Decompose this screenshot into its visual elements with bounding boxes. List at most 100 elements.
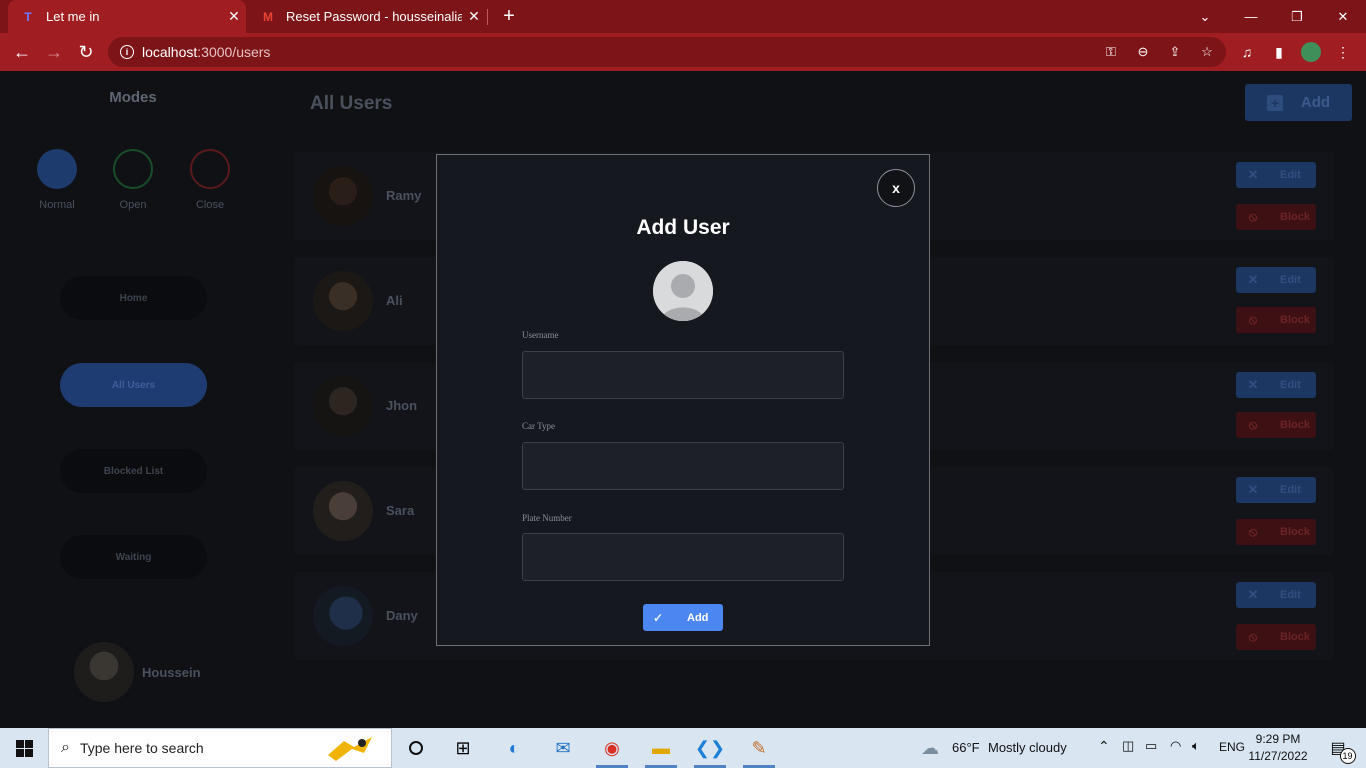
close-window-icon[interactable]: ✕ (1320, 0, 1366, 33)
tab-let-me-in[interactable]: T Let me in ✕ (8, 0, 246, 33)
check-icon: ✓ (653, 610, 664, 625)
minimize-icon[interactable]: — (1228, 0, 1274, 33)
edit-button[interactable]: ✕ Edit (1236, 267, 1316, 293)
edit-icon: ✕ (1247, 482, 1259, 497)
chrome-icon[interactable]: ◉ (592, 732, 632, 768)
edit-button[interactable]: ✕ Edit (1236, 372, 1316, 398)
key-icon[interactable]: ⚿ (1103, 44, 1119, 60)
mode-open-dot[interactable] (113, 149, 153, 189)
new-tab-icon[interactable]: + (498, 5, 520, 27)
mail-icon[interactable]: ✉ (543, 732, 583, 764)
plus-icon: + (1266, 94, 1283, 111)
back-icon[interactable]: ← (11, 41, 33, 63)
bookmark-star-icon[interactable]: ☆ (1199, 44, 1215, 60)
battery-icon[interactable]: ▭ (1145, 738, 1157, 754)
nav-home[interactable]: Home (60, 276, 207, 320)
language-indicator[interactable]: ENG (1219, 740, 1245, 754)
edit-button[interactable]: ✕ Edit (1236, 477, 1316, 503)
block-button[interactable]: ⦸ Block (1236, 412, 1316, 438)
block-label: Block (1280, 419, 1310, 431)
edit-label: Edit (1280, 589, 1301, 601)
weather-cloud-icon[interactable]: ☁ (910, 732, 950, 764)
modal-add-button[interactable]: ✓ Add (643, 604, 723, 631)
nav-blocked-list[interactable]: Blocked List (60, 449, 207, 493)
modal-add-label: Add (687, 611, 709, 624)
search-highlight-icon[interactable] (322, 732, 378, 764)
system-clock[interactable]: 9:29 PM 11/27/2022 (1246, 731, 1310, 765)
modes-title: Modes (109, 89, 157, 106)
restore-icon[interactable]: ❐ (1274, 0, 1320, 33)
block-button[interactable]: ⦸ Block (1236, 519, 1316, 545)
browser-toolbar: ← → ↻ i localhost:3000/users ⚿ ⊖ ⇪ ☆ ♫ ▮… (0, 33, 1366, 71)
add-user-modal: x Add User Username Car Type Plate Numbe… (436, 154, 930, 646)
forward-icon[interactable]: → (43, 41, 65, 63)
nav-all-users[interactable]: All Users (60, 363, 207, 407)
current-user-profile[interactable]: Houssein (74, 642, 201, 702)
weather-temp[interactable]: 66°F (952, 740, 980, 755)
edit-label: Edit (1280, 484, 1301, 496)
share-icon[interactable]: ⇪ (1167, 44, 1183, 60)
clock-time: 9:29 PM (1255, 732, 1301, 746)
avatar (313, 481, 373, 541)
volume-icon[interactable]: 🔈︎ (1192, 738, 1200, 754)
windows-taskbar: ⌕ Type here to search ⊞ ◐ ✉ ◉ ▬ ❮❯ ✎ ☁ 6… (0, 728, 1366, 768)
tab-close-icon[interactable]: ✕ (222, 8, 246, 25)
tab-title: Let me in (46, 9, 100, 24)
mode-normal-dot[interactable] (37, 149, 77, 189)
media-control-icon[interactable]: ♫ (1237, 42, 1257, 62)
username-input[interactable] (522, 351, 844, 399)
reload-icon[interactable]: ↻ (75, 41, 97, 63)
profile-name: Houssein (142, 664, 201, 680)
edit-button[interactable]: ✕ Edit (1236, 162, 1316, 188)
menu-kebab-icon[interactable]: ⋮ (1333, 42, 1353, 62)
edit-icon: ✕ (1247, 587, 1259, 602)
avatar (74, 642, 134, 702)
avatar (313, 166, 373, 226)
tab-close-icon[interactable]: ✕ (462, 8, 486, 25)
edge-icon[interactable]: ◐ (494, 732, 534, 764)
add-label: Add (1300, 94, 1331, 111)
vscode-icon[interactable]: ❮❯ (690, 732, 730, 768)
mode-close-dot[interactable] (190, 149, 230, 189)
block-button[interactable]: ⦸ Block (1236, 204, 1316, 230)
block-button[interactable]: ⦸ Block (1236, 307, 1316, 333)
profile-avatar-icon[interactable] (1301, 42, 1321, 62)
edit-label: Edit (1280, 274, 1301, 286)
edit-button[interactable]: ✕ Edit (1236, 582, 1316, 608)
nav-waiting[interactable]: Waiting (60, 535, 207, 579)
block-icon: ⦸ (1248, 417, 1258, 432)
weather-desc[interactable]: Mostly cloudy (988, 740, 1067, 755)
show-hidden-icons-icon[interactable]: ⌃ (1098, 738, 1110, 755)
username-label: Username (522, 330, 559, 340)
avatar-placeholder-icon[interactable] (653, 261, 713, 321)
block-label: Block (1280, 526, 1310, 538)
mode-label: Normal (39, 199, 75, 211)
car-type-input[interactable] (522, 442, 844, 490)
plate-number-input[interactable] (522, 533, 844, 581)
plate-number-label: Plate Number (522, 513, 572, 523)
notifications-icon[interactable]: ▤ 19 (1318, 732, 1358, 764)
zoom-icon[interactable]: ⊖ (1135, 44, 1151, 60)
mode-open[interactable]: Open (103, 149, 163, 211)
side-panel-icon[interactable]: ▮ (1269, 42, 1289, 62)
block-button[interactable]: ⦸ Block (1236, 624, 1316, 650)
paint-icon[interactable]: ✎ (739, 732, 779, 768)
cortana-icon[interactable] (396, 732, 436, 764)
mode-close[interactable]: Close (180, 149, 240, 211)
file-explorer-icon[interactable]: ▬ (641, 732, 681, 768)
windows-start-icon[interactable] (0, 728, 48, 768)
sidebar: Modes Normal Open Close Home All Users B… (0, 71, 266, 728)
task-view-icon[interactable]: ⊞ (443, 732, 483, 764)
wifi-icon[interactable]: ◠ (1170, 738, 1181, 754)
meet-now-icon[interactable]: ◫ (1122, 738, 1134, 754)
modal-close-button[interactable]: x (877, 169, 915, 207)
mode-normal[interactable]: Normal (27, 149, 87, 211)
user-name: Ramy (386, 188, 422, 203)
site-info-icon[interactable]: i (120, 45, 134, 59)
avatar (313, 376, 373, 436)
tab-reset-password[interactable]: M Reset Password - housseinalialdr ✕ (250, 0, 486, 33)
tab-search-icon[interactable]: ⌄ (1182, 0, 1228, 33)
add-user-button[interactable]: + Add (1245, 84, 1352, 121)
gmail-icon: M (263, 9, 273, 24)
address-bar[interactable]: i localhost:3000/users ⚿ ⊖ ⇪ ☆ (108, 37, 1226, 67)
